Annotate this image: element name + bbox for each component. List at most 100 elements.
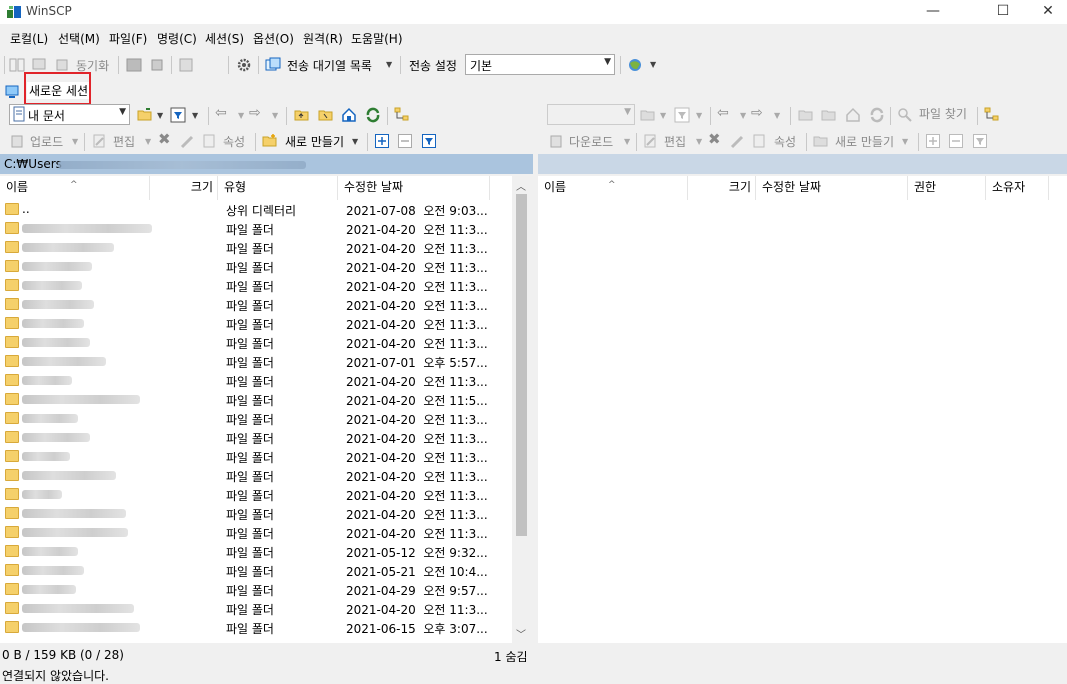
table-row[interactable]: 파일 폴더 2021-04-20 오전 11:3...: [0, 333, 510, 352]
local-file-list[interactable]: .. 상위 디렉터리 2021-07-08 오전 9:03... 파일 폴더 2021-…: [0, 200, 512, 643]
remote-path-bar[interactable]: [538, 154, 1067, 174]
new-dropdown-icon[interactable]: ▼: [902, 137, 908, 146]
col-size[interactable]: 크기: [150, 176, 218, 200]
menu-session[interactable]: 세션(S): [205, 30, 244, 47]
select-filter-icon[interactable]: [421, 133, 437, 149]
home-icon[interactable]: [341, 107, 357, 123]
scrollbar-thumb[interactable]: [516, 194, 527, 536]
open-folder-icon[interactable]: [137, 107, 153, 123]
table-row[interactable]: 파일 폴더 2021-06-15 오후 3:07...: [0, 618, 510, 637]
forward-dropdown-icon[interactable]: ▼: [272, 111, 278, 120]
open-folder-icon[interactable]: [640, 107, 656, 123]
delete-icon[interactable]: ✖: [158, 130, 171, 148]
menu-help[interactable]: 도움말(H): [351, 30, 403, 47]
table-row[interactable]: 파일 폴더 2021-04-20 오전 11:3...: [0, 219, 510, 238]
properties-icon[interactable]: [202, 133, 218, 149]
col-modified[interactable]: 수정한 날짜: [338, 176, 490, 200]
hidden-count[interactable]: 1 숨김: [494, 648, 528, 665]
refresh-icon[interactable]: [365, 107, 381, 123]
expand-icon[interactable]: [925, 133, 941, 149]
table-row[interactable]: 파일 폴더 2021-04-20 오전 11:3...: [0, 276, 510, 295]
back-icon[interactable]: ⇦: [215, 105, 227, 121]
table-row[interactable]: 파일 폴더 2021-04-20 오전 11:3...: [0, 466, 510, 485]
edit-icon[interactable]: [642, 133, 658, 149]
queue-icon[interactable]: [265, 57, 281, 73]
edit-label[interactable]: 편집: [664, 133, 686, 150]
globe-icon[interactable]: [627, 57, 643, 73]
upload-dropdown-icon[interactable]: ▼: [72, 137, 78, 146]
find-files-icon[interactable]: [897, 107, 913, 123]
col-owner[interactable]: 소유자: [986, 176, 1049, 200]
menu-remote[interactable]: 원격(R): [303, 30, 343, 47]
rename-icon[interactable]: [180, 133, 196, 149]
menu-file[interactable]: 파일(F): [109, 30, 147, 47]
parent-dir-icon[interactable]: [798, 107, 814, 123]
new-folder-icon[interactable]: [262, 133, 278, 149]
tree-icon[interactable]: [394, 107, 410, 123]
table-row[interactable]: 파일 폴더 2021-05-21 오전 10:4...: [0, 561, 510, 580]
panel-splitter[interactable]: [533, 154, 538, 644]
edit-dropdown-icon[interactable]: ▼: [696, 137, 702, 146]
back-icon[interactable]: ⇦: [717, 105, 729, 121]
table-row[interactable]: 파일 폴더 2021-04-20 오전 11:3...: [0, 504, 510, 523]
table-row[interactable]: 파일 폴더 2021-04-20 오전 11:3...: [0, 428, 510, 447]
close-button[interactable]: ✕: [1025, 0, 1067, 24]
edit-label[interactable]: 편집: [113, 133, 135, 150]
remote-file-list[interactable]: [538, 176, 1067, 643]
col-rights[interactable]: 권한: [908, 176, 986, 200]
console-icon[interactable]: [126, 57, 142, 73]
table-row[interactable]: 파일 폴더 2021-04-20 오전 11:3...: [0, 295, 510, 314]
parent-dir-icon[interactable]: [294, 107, 310, 123]
tunnel-icon[interactable]: [178, 57, 194, 73]
forward-dropdown-icon[interactable]: ▼: [774, 111, 780, 120]
menu-command[interactable]: 명령(C): [157, 30, 197, 47]
table-row[interactable]: 파일 폴더 2021-04-20 오전 11:3...: [0, 238, 510, 257]
properties-label[interactable]: 속성: [223, 133, 245, 150]
local-path-bar[interactable]: C:₩Users: [0, 154, 533, 174]
table-row[interactable]: 파일 폴더 2021-04-20 오전 11:3...: [0, 371, 510, 390]
new-folder-icon[interactable]: [813, 133, 829, 149]
filter-icon[interactable]: [170, 107, 186, 123]
local-scrollbar[interactable]: ︿ ﹀: [512, 176, 530, 643]
root-dir-icon[interactable]: [821, 107, 837, 123]
filter-dropdown-icon[interactable]: ▼: [696, 111, 702, 120]
remote-drive-select[interactable]: ▼: [547, 104, 635, 125]
upload-icon[interactable]: [9, 133, 25, 149]
new-session-icon[interactable]: [5, 83, 21, 99]
table-row[interactable]: 파일 폴더 2021-04-20 오전 11:3...: [0, 314, 510, 333]
col-name[interactable]: 이름 ^: [0, 176, 150, 200]
scroll-down-icon[interactable]: ﹀: [516, 626, 526, 641]
table-row[interactable]: 파일 폴더 2021-04-20 오전 11:3...: [0, 523, 510, 542]
synchronize-icon[interactable]: [55, 57, 71, 73]
home-icon[interactable]: [845, 107, 861, 123]
properties-icon[interactable]: [752, 133, 768, 149]
maximize-button[interactable]: ☐: [980, 0, 1026, 24]
col-modified[interactable]: 수정한 날짜: [756, 176, 908, 200]
table-row[interactable]: 파일 폴더 2021-04-20 오전 11:3...: [0, 485, 510, 504]
compare-dirs-icon[interactable]: [9, 57, 25, 73]
open-dropdown-icon[interactable]: ▼: [157, 111, 163, 120]
properties-label[interactable]: 속성: [774, 133, 796, 150]
menu-select[interactable]: 선택(M): [58, 30, 100, 47]
new-dropdown-icon[interactable]: ▼: [352, 137, 358, 146]
table-row[interactable]: 파일 폴더 2021-04-29 오전 9:57...: [0, 580, 510, 599]
putty-icon[interactable]: [149, 57, 165, 73]
back-dropdown-icon[interactable]: ▼: [740, 111, 746, 120]
queue-list-label[interactable]: 전송 대기열 목록: [287, 57, 372, 74]
filter-icon[interactable]: [674, 107, 690, 123]
download-label[interactable]: 다운로드: [569, 133, 613, 150]
col-size[interactable]: 크기: [688, 176, 756, 200]
new-label[interactable]: 새로 만들기: [285, 133, 344, 150]
collapse-icon[interactable]: [397, 133, 413, 149]
find-files-label[interactable]: 파일 찾기: [919, 105, 967, 122]
local-drive-select[interactable]: 내 문서 ▼: [9, 104, 130, 125]
edit-dropdown-icon[interactable]: ▼: [145, 137, 151, 146]
sync-browse-icon[interactable]: [31, 57, 47, 73]
col-type[interactable]: 유형: [218, 176, 338, 200]
queue-dropdown-icon[interactable]: ▼: [386, 60, 392, 69]
menu-options[interactable]: 옵션(O): [253, 30, 294, 47]
parent-dir-row[interactable]: .. 상위 디렉터리 2021-07-08 오전 9:03...: [0, 200, 510, 219]
table-row[interactable]: 파일 폴더 2021-07-01 오후 5:57...: [0, 352, 510, 371]
table-row[interactable]: 파일 폴더 2021-05-12 오전 9:32...: [0, 542, 510, 561]
upload-label[interactable]: 업로드: [30, 133, 63, 150]
